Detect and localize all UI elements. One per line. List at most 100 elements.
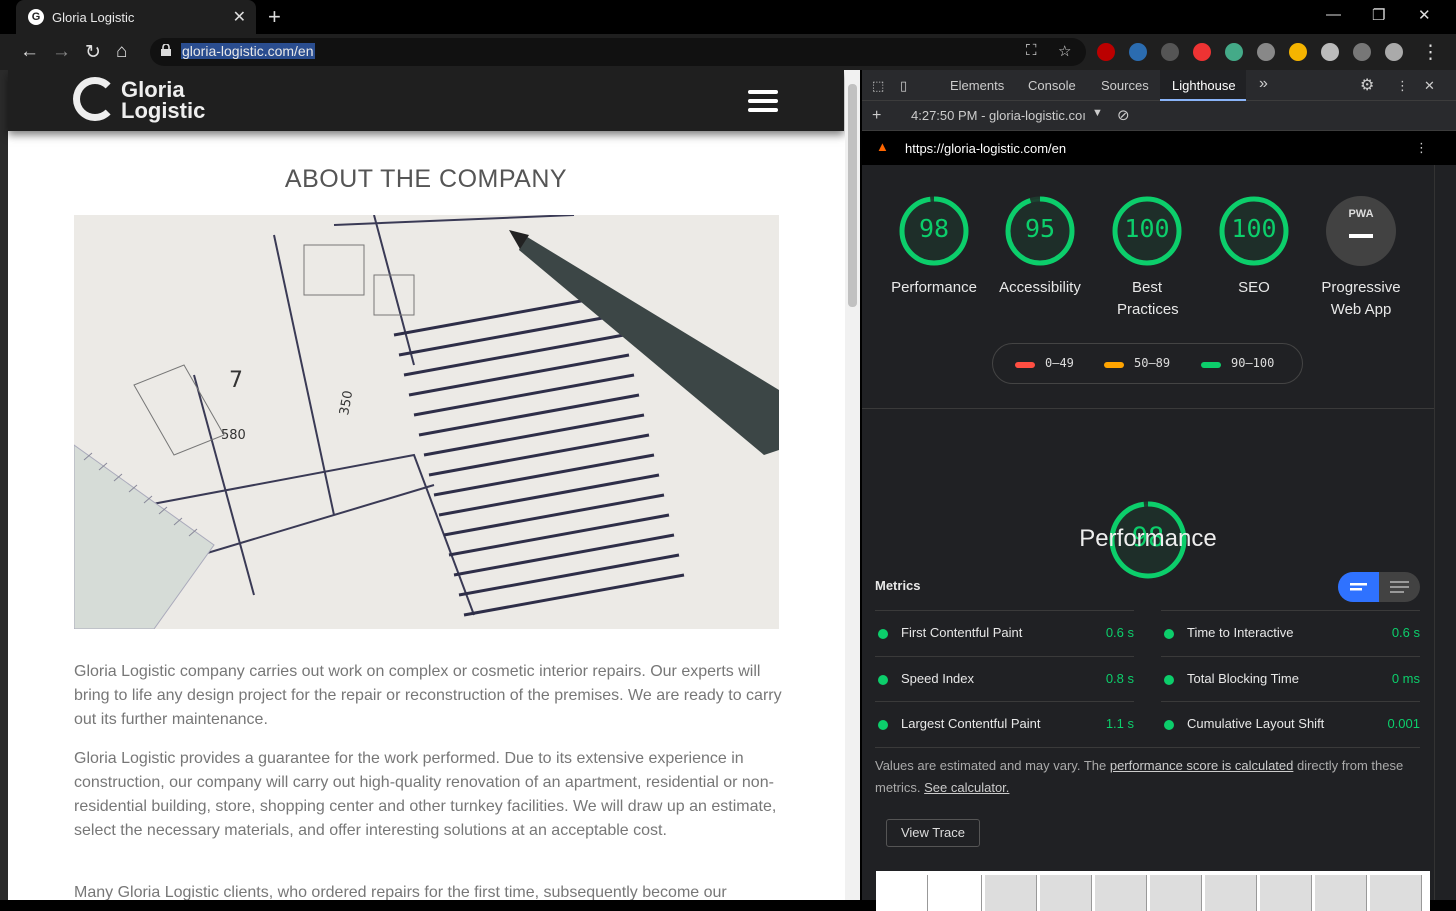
site-logo[interactable]: Gloria Logistic xyxy=(73,75,233,127)
report-select[interactable]: 4:27:50 PM - gloria-logistic.coı xyxy=(911,108,1086,123)
tab-title: Gloria Logistic xyxy=(52,10,135,25)
score-legend: 0–49 50–89 90–100 xyxy=(992,343,1303,384)
back-icon[interactable]: ← xyxy=(20,41,39,63)
device-toolbar-icon[interactable]: ▯ xyxy=(900,78,907,94)
close-tab-icon[interactable]: ✕ xyxy=(233,7,246,27)
gauge-pwa[interactable]: PWA xyxy=(1325,195,1397,267)
blueprint-illustration: 7 580 350 xyxy=(74,215,779,629)
metric-row: Largest Contentful Paint 1.1 s xyxy=(875,701,1134,747)
hamburger-menu-icon[interactable] xyxy=(748,90,778,112)
metric-name: Speed Index xyxy=(901,671,975,686)
view-summary-icon[interactable] xyxy=(1338,572,1379,602)
react-devtools-icon[interactable] xyxy=(1129,43,1147,61)
svg-text:7: 7 xyxy=(229,368,243,393)
metrics-view-toggle[interactable] xyxy=(1338,572,1420,602)
extension-2-icon[interactable] xyxy=(1257,43,1275,61)
metric-name: First Contentful Paint xyxy=(901,625,1023,640)
add-report-icon[interactable]: + xyxy=(872,107,881,125)
gauge-best-practices[interactable]: 100 xyxy=(1111,195,1183,267)
left-edge xyxy=(0,70,8,900)
metric-row: Total Blocking Time 0 ms xyxy=(1161,656,1420,702)
pwa-badge-text: PWA xyxy=(1348,208,1374,220)
logo-mark-icon xyxy=(73,77,117,121)
devtools-panel: ⬚ ▯ Elements Console Sources Lighthouse … xyxy=(862,70,1456,911)
tab-elements[interactable]: Elements xyxy=(950,78,1004,93)
font-icon[interactable] xyxy=(1161,43,1179,61)
performance-title: Performance xyxy=(1079,525,1217,552)
favicon-icon: G xyxy=(28,9,44,25)
report-menu-icon[interactable]: ⋮ xyxy=(1415,140,1428,156)
logo-text: Gloria Logistic xyxy=(121,79,206,123)
menu-dots-icon[interactable]: ⋮ xyxy=(1421,41,1440,64)
pass-dot-icon xyxy=(1164,675,1174,685)
settings-gear-icon[interactable]: ⚙ xyxy=(1360,75,1374,95)
inspect-element-icon[interactable]: ⬚ xyxy=(872,78,884,94)
view-trace-button[interactable]: View Trace xyxy=(886,819,980,847)
translate-icon[interactable]: ⛶ xyxy=(1026,42,1037,59)
home-icon[interactable]: ⌂ xyxy=(116,41,127,63)
legend-pass-range: 90–100 xyxy=(1231,356,1275,370)
logo-line-2: Logistic xyxy=(121,98,206,123)
dropdown-arrow-icon[interactable]: ▼ xyxy=(1092,107,1103,119)
pwa-badge-icon xyxy=(1326,196,1396,266)
address-bar[interactable]: gloria-logistic.com/en ⛶ ☆ xyxy=(150,38,1086,66)
view-detailed-icon[interactable] xyxy=(1379,572,1420,602)
gauge-label: Best Practices xyxy=(1117,279,1179,318)
clear-reports-icon[interactable]: ⊘ xyxy=(1117,106,1130,124)
url-text[interactable]: gloria-logistic.com/en xyxy=(181,43,315,59)
metric-name: Total Blocking Time xyxy=(1187,671,1299,686)
gauge-value: 100 xyxy=(1124,214,1170,243)
pass-dot-icon xyxy=(878,629,888,639)
metric-value: 0.6 s xyxy=(1105,625,1134,640)
browser-tab[interactable]: G Gloria Logistic ✕ xyxy=(16,0,256,34)
gauge-accessibility[interactable]: 95 xyxy=(1004,195,1076,267)
paragraph-2: Gloria Logistic provides a guarantee for… xyxy=(74,750,777,839)
divider xyxy=(862,408,1434,409)
forward-icon[interactable]: → xyxy=(52,41,71,63)
legend-fail-range: 0–49 xyxy=(1045,356,1074,370)
new-tab-button[interactable]: + xyxy=(268,4,281,30)
checkmark-extension-icon[interactable] xyxy=(1321,43,1339,61)
restore-icon[interactable]: ❐ xyxy=(1372,6,1385,24)
filmstrip xyxy=(876,871,1430,911)
gauge-label: Accessibility xyxy=(999,279,1081,296)
metric-value: 1.1 s xyxy=(1105,716,1134,731)
lighthouse-toolbar: + 4:27:50 PM - gloria-logistic.coı ▼ ⊘ xyxy=(862,101,1456,131)
extension-icon[interactable] xyxy=(1225,43,1243,61)
tab-sources[interactable]: Sources xyxy=(1101,78,1149,93)
avatar[interactable] xyxy=(1385,43,1403,61)
minimize-icon[interactable]: — xyxy=(1326,6,1341,23)
puzzle-icon[interactable] xyxy=(1353,43,1371,61)
audited-url[interactable]: https://gloria-logistic.com/en xyxy=(905,141,1066,156)
gauge-label: Performance xyxy=(891,279,977,296)
devtools-menu-icon[interactable]: ⋮ xyxy=(1396,78,1409,94)
close-window-icon[interactable]: ✕ xyxy=(1418,6,1431,24)
extension-3-icon[interactable] xyxy=(1289,43,1307,61)
tab-lighthouse[interactable]: Lighthouse xyxy=(1172,78,1236,93)
reload-icon[interactable]: ↻ xyxy=(85,41,101,64)
tab-console[interactable]: Console xyxy=(1028,78,1076,93)
gauge-label: SEO xyxy=(1238,279,1270,296)
filmstrip-frame xyxy=(1040,875,1092,911)
devtools-scrollbar[interactable] xyxy=(1434,165,1456,900)
lighthouse-logo-icon: ▲ xyxy=(876,139,889,154)
divider xyxy=(875,747,1420,748)
metric-name: Time to Interactive xyxy=(1187,625,1294,640)
close-devtools-icon[interactable]: ✕ xyxy=(1424,78,1435,94)
bookmark-star-icon[interactable]: ☆ xyxy=(1058,42,1071,60)
metric-value: 0.8 s xyxy=(1105,671,1134,686)
browser-tab-bar: G Gloria Logistic ✕ + — ❐ ✕ xyxy=(0,0,1456,34)
ublock-icon[interactable] xyxy=(1097,43,1115,61)
page-title: ABOUT THE COMPANY xyxy=(284,165,568,193)
see-calculator-link[interactable]: See calculator. xyxy=(924,780,1009,795)
score-calculated-link[interactable]: performance score is calculated xyxy=(1110,758,1294,773)
legend-average-range: 50–89 xyxy=(1134,356,1171,370)
gauge-performance[interactable]: 98 xyxy=(898,195,970,267)
note-text: Values are estimated and may vary. The xyxy=(875,758,1110,773)
metric-value: 0.6 s xyxy=(1391,625,1420,640)
gauge-seo[interactable]: 100 xyxy=(1218,195,1290,267)
color-picker-icon[interactable] xyxy=(1193,43,1211,61)
gauge-value: 100 xyxy=(1231,214,1277,243)
page-scrollbar-thumb[interactable] xyxy=(848,84,857,307)
more-tabs-icon[interactable]: » xyxy=(1259,75,1268,93)
